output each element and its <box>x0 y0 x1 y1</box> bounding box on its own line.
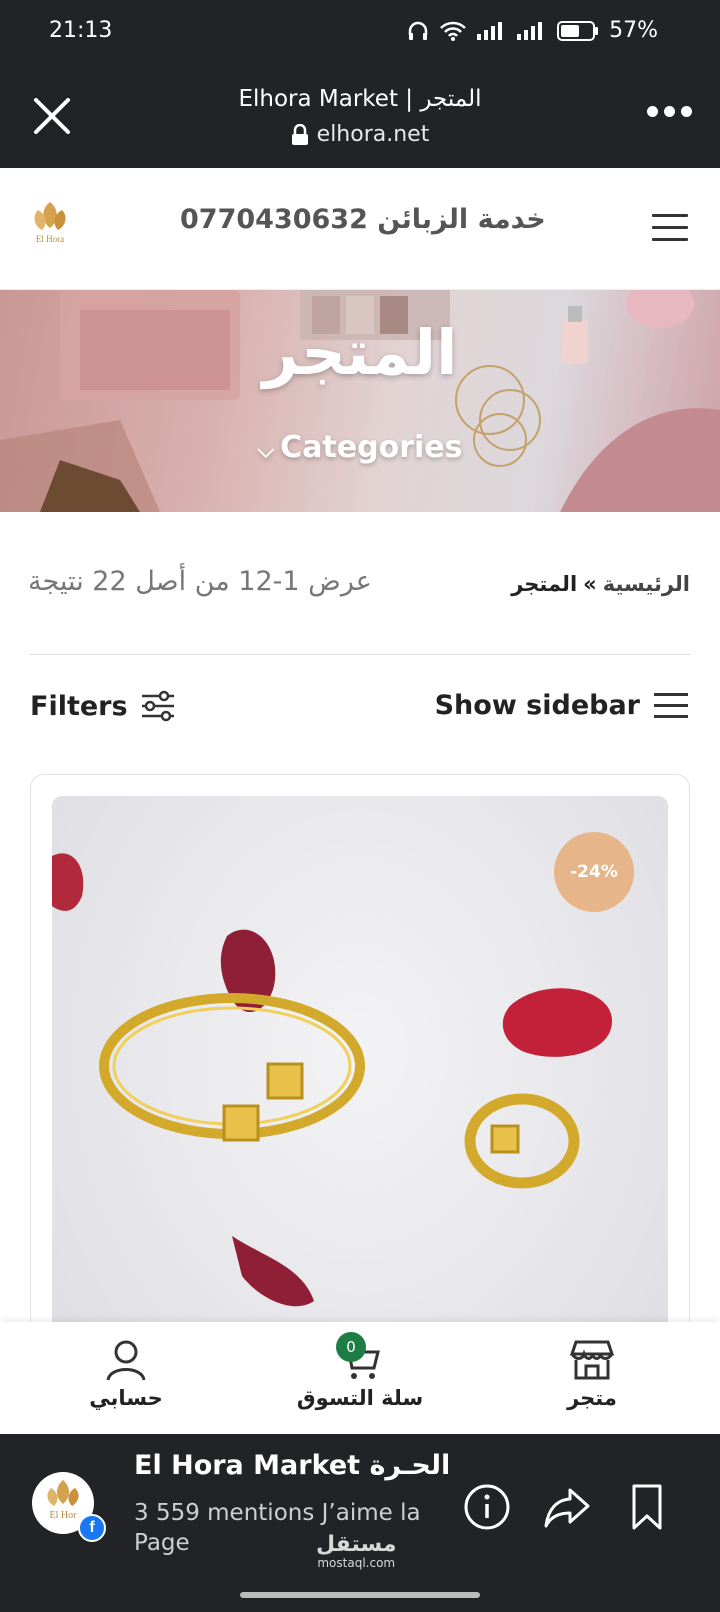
breadcrumb-current: المتجر <box>511 572 578 596</box>
page-url: elhora.net <box>0 122 720 147</box>
page-title: Elhora Market | المتجر <box>238 86 482 112</box>
list-icon <box>654 692 688 719</box>
page-name[interactable]: El Hora Market الحـرة <box>134 1450 450 1481</box>
wifi-icon <box>440 21 466 41</box>
signal-icon <box>477 21 503 40</box>
site-header: El Hora خدمة الزبائن 0770430632 <box>0 168 720 290</box>
url-text: elhora.net <box>316 122 430 147</box>
customer-service-phone[interactable]: خدمة الزبائن 0770430632 <box>180 204 546 235</box>
categories-label: Categories <box>280 430 463 465</box>
show-sidebar-label: Show sidebar <box>434 690 640 721</box>
more-options-button[interactable] <box>647 106 692 117</box>
filters-label: Filters <box>30 690 128 722</box>
filters-button[interactable]: Filters <box>30 690 176 722</box>
nav-cart[interactable]: 0 سلة التسوق <box>280 1332 440 1410</box>
breadcrumb: الرئيسية » المتجر <box>511 572 690 596</box>
hero-banner: المتجر ⌵ Categories <box>0 290 720 512</box>
info-icon[interactable] <box>462 1482 512 1532</box>
user-icon <box>106 1340 146 1381</box>
battery-icon <box>557 20 599 41</box>
categories-dropdown[interactable]: ⌵ Categories <box>0 430 720 465</box>
logo-text: El Hora <box>36 234 64 244</box>
watermark-sub: mostaql.com <box>317 1556 396 1570</box>
site-logo[interactable]: El Hora <box>28 198 72 258</box>
store-icon <box>570 1340 614 1380</box>
signal-icon-2 <box>517 21 543 40</box>
nav-shop-label: متجر <box>567 1386 617 1410</box>
status-time: 21:13 <box>49 18 113 43</box>
cart-count-badge: 0 <box>336 1332 366 1362</box>
menu-icon[interactable] <box>652 214 688 242</box>
bottom-navigation: حسابي 0 سلة التسوق متجر <box>0 1322 720 1434</box>
sliders-icon <box>141 690 174 722</box>
status-icons: 57% <box>407 18 658 43</box>
nav-cart-label: سلة التسوق <box>296 1386 424 1410</box>
bookmark-icon[interactable] <box>622 1482 672 1532</box>
show-sidebar-button[interactable]: Show sidebar <box>435 690 688 721</box>
sale-badge: -24% <box>554 832 634 912</box>
status-bar: 21:13 57% <box>0 0 720 64</box>
nav-account-label: حسابي <box>89 1386 163 1410</box>
breadcrumb-home-link[interactable]: الرئيسية <box>603 572 690 596</box>
facebook-icon: f <box>78 1514 106 1542</box>
battery-percent: 57% <box>609 18 658 43</box>
product-card[interactable]: -24% <box>30 774 690 1414</box>
nav-account[interactable]: حسابي <box>46 1338 206 1410</box>
breadcrumb-separator: » <box>583 572 597 596</box>
divider <box>30 654 690 655</box>
avatar-text: El Hor <box>50 1510 78 1521</box>
headphones-icon <box>408 21 428 40</box>
hero-title: المتجر <box>262 316 458 389</box>
result-count: عرض 1-12 من أصل 22 نتيجة <box>28 566 372 597</box>
browser-bar: Elhora Market | المتجر elhora.net <box>0 64 720 168</box>
watermark: مستقل mostaql.com <box>316 1534 396 1572</box>
nav-shop[interactable]: متجر <box>512 1338 672 1410</box>
lock-icon <box>291 123 308 145</box>
share-icon[interactable] <box>542 1482 592 1532</box>
home-indicator[interactable] <box>240 1592 480 1598</box>
chevron-down-icon: ⌵ <box>257 438 275 463</box>
facebook-page-bar: El Hor f El Hora Market الحـرة 3 559 men… <box>0 1434 720 1582</box>
